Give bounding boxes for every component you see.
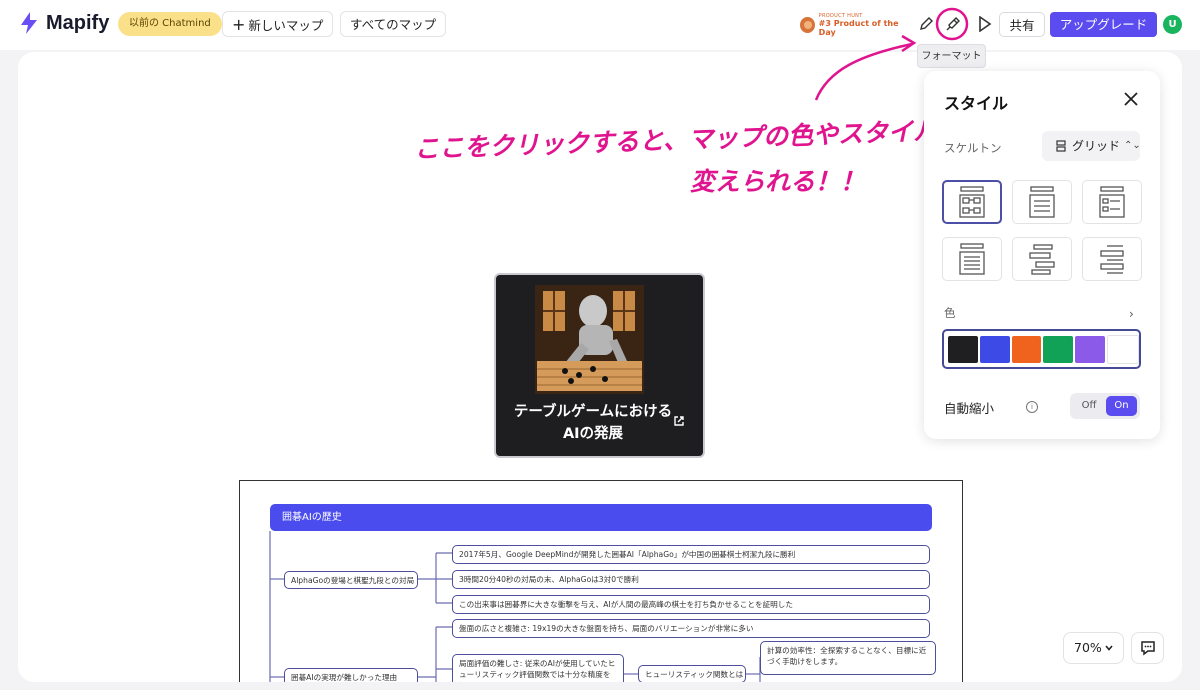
toggle-off-option[interactable]: Off [1074, 396, 1104, 416]
product-hunt-badge[interactable]: PRODUCT HUNT #3 Product of the Day [796, 12, 910, 38]
annotation-line-1: ここをクリックすると、マップの色やスタイルを [413, 115, 964, 164]
color-palette[interactable] [942, 329, 1141, 369]
skeleton-option-outline[interactable] [942, 237, 1002, 281]
chevron-right-icon[interactable]: › [1129, 307, 1134, 321]
zoom-control[interactable]: 70% [1063, 632, 1124, 664]
paintbrush-icon [946, 17, 960, 31]
grid-icon [1056, 140, 1066, 152]
avatar[interactable]: U [1163, 15, 1182, 34]
skeleton-timeline-icon [1100, 245, 1124, 274]
chat-bubble-icon [1140, 641, 1155, 656]
leaf-node[interactable]: この出来事は囲碁界に大きな衝撃を与え、AIが人間の最高峰の棋士を打ち負かせること… [452, 595, 930, 614]
skeleton-option-grid[interactable] [942, 180, 1002, 224]
leaf-node[interactable]: 局面評価の難しさ: 従来のAIが使用していたヒューリスティック評価関数では十分な… [452, 654, 624, 682]
branch-node[interactable]: AlphaGoの登場と棋聖九段との対局 [284, 571, 418, 589]
info-icon[interactable]: i [1026, 401, 1038, 413]
chevron-down-icon [1105, 645, 1113, 651]
panel-title: スタイル [944, 94, 1009, 113]
updown-chevron-icon: ⌃⌄ [1124, 140, 1141, 151]
skeleton-tree-icon [1029, 244, 1055, 275]
color-swatch[interactable] [1075, 335, 1106, 363]
product-of-day-label: #3 Product of the Day [818, 19, 899, 37]
root-node-title: テーブルゲームにおけるAIの発展 [513, 404, 673, 442]
zoom-level: 70% [1074, 640, 1102, 655]
skeleton-grid-icon [959, 186, 985, 218]
leaf-node[interactable]: 盤面の広さと複雑さ: 19x19の大きな盤面を持ち、局面のバリエーションが非常に… [452, 619, 930, 638]
format-button[interactable] [941, 13, 963, 35]
skeleton-label: スケルトン [944, 141, 1002, 155]
skeleton-option-timeline[interactable] [1082, 237, 1142, 281]
annotation-line-2: 変えられる！！ [690, 167, 866, 196]
upgrade-button[interactable]: アップグレード [1050, 12, 1157, 37]
skeleton-table-icon [1099, 186, 1125, 218]
style-panel: スタイル スケルトン グリッド ⌃⌄ 色 › 自動縮小 i Off On [924, 71, 1160, 439]
new-map-label: 新しいマップ [248, 18, 324, 33]
chat-button[interactable] [1131, 632, 1164, 664]
auto-shrink-toggle[interactable]: Off On [1070, 393, 1140, 419]
new-map-button[interactable]: + 新しいマップ [222, 11, 334, 37]
color-label: 色 [944, 306, 956, 320]
leaf-node[interactable]: 3時間20分40秒の対局の末、AlphaGoは3対0で勝利 [452, 570, 930, 589]
color-swatch[interactable] [1043, 335, 1074, 363]
present-button[interactable] [974, 13, 996, 35]
skeleton-select[interactable]: グリッド ⌃⌄ [1042, 131, 1141, 161]
lightning-logo-icon [21, 12, 37, 34]
medal-icon [800, 17, 815, 33]
mindmap-preview[interactable]: 囲碁AIの歴史 AlphaGoの登場と棋聖九段との対局 囲碁AIの実現が難しかっ… [239, 480, 963, 682]
app-name: Mapify [46, 11, 110, 34]
auto-shrink-label: 自動縮小 [944, 401, 995, 416]
skeleton-option-list[interactable] [1012, 180, 1072, 224]
skeleton-value: グリッド [1072, 139, 1121, 153]
close-icon[interactable] [1122, 90, 1140, 108]
skeleton-option-table[interactable] [1082, 180, 1142, 224]
edit-pencil-button[interactable] [915, 13, 937, 35]
leaf-node[interactable]: 計算の効率性：全探索することなく、目標に近づく手助けをします。 [760, 641, 936, 675]
format-tooltip: フォーマット [917, 44, 986, 68]
share-button[interactable]: 共有 [999, 12, 1045, 37]
external-link-icon[interactable] [673, 415, 685, 427]
color-swatch[interactable] [948, 335, 978, 363]
plus-icon: + [232, 15, 246, 34]
root-node[interactable]: テーブルゲームにおけるAIの発展 [496, 275, 703, 456]
branch-node[interactable]: 囲碁AIの実現が難しかった理由 [284, 668, 418, 682]
pencil-icon [920, 17, 933, 30]
app-logo[interactable]: Mapify [18, 11, 109, 35]
leaf-node[interactable]: 2017年5月、Google DeepMindが開発した囲碁AI「AlphaGo… [452, 545, 930, 564]
all-maps-button[interactable]: すべてのマップ [340, 11, 447, 37]
color-swatch[interactable] [979, 335, 1010, 363]
play-icon [979, 16, 992, 32]
old-chatmind-badge[interactable]: 以前の Chatmind [118, 12, 222, 36]
toggle-on-option[interactable]: On [1106, 396, 1137, 416]
color-swatch[interactable] [1011, 335, 1042, 363]
top-bar: Mapify 以前の Chatmind + 新しいマップ すべてのマップ PROD… [0, 0, 1200, 50]
color-swatch[interactable] [1107, 334, 1139, 364]
mindmap-heading: 囲碁AIの歴史 [270, 504, 932, 531]
leaf-node[interactable]: ヒューリスティック関数とは [638, 665, 746, 682]
root-node-image [535, 285, 644, 394]
skeleton-option-tree[interactable] [1012, 237, 1072, 281]
skeleton-list-icon [1029, 186, 1055, 218]
skeleton-outline-icon [959, 243, 985, 275]
